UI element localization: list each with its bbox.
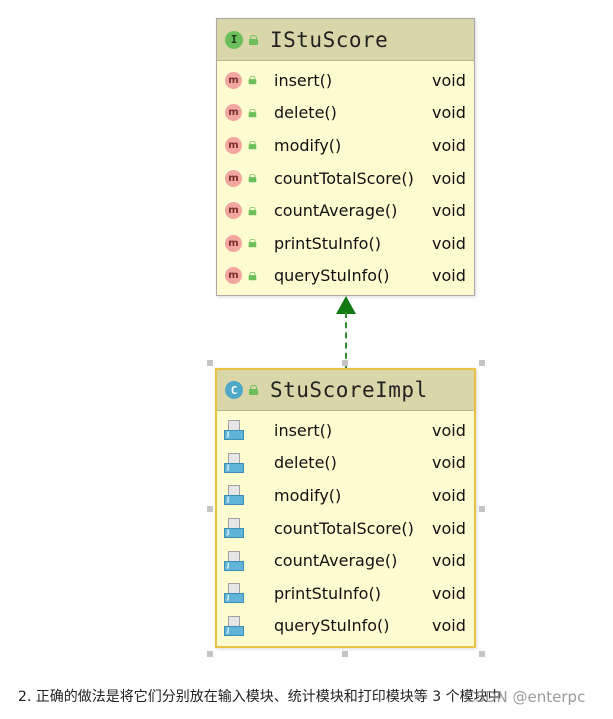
method-return-type: void — [432, 135, 466, 155]
interface-box-istuscore[interactable]: I IStuScore m insert() void m delete() void m m… — [216, 18, 475, 296]
class-method-row[interactable]: Jdelete() void — [217, 447, 474, 480]
interface-member-list: m insert() void m delete() void m modify() void m… — [217, 61, 474, 292]
method-name: insert() — [274, 420, 333, 440]
method-name: modify() — [274, 485, 342, 505]
selection-handle[interactable] — [207, 651, 213, 657]
method-return-type: void — [432, 168, 466, 188]
interface-header: I IStuScore — [217, 19, 474, 61]
method-return-type: void — [432, 201, 466, 221]
public-lock-icon — [248, 108, 257, 118]
implemented-method-icon: J — [224, 420, 244, 441]
implemented-method-icon: J — [224, 518, 244, 539]
interface-method-row[interactable]: m printStuInfo() void — [217, 227, 474, 260]
method-return-type: void — [432, 233, 466, 253]
public-lock-icon — [248, 206, 257, 215]
class-icon: C — [225, 381, 243, 399]
method-return-type: void — [432, 518, 466, 538]
method-name: queryStuInfo() — [274, 616, 390, 636]
method-return-type: void — [432, 485, 466, 505]
class-header: C StuScoreImpl — [217, 370, 474, 411]
selection-handle[interactable] — [479, 506, 485, 512]
public-lock-icon — [248, 173, 257, 183]
interface-method-row[interactable]: m modify() void — [217, 129, 474, 162]
public-lock-icon — [248, 271, 257, 281]
implemented-method-icon: J — [224, 550, 244, 571]
method-name: countAverage() — [274, 551, 398, 571]
class-method-row[interactable]: JqueryStuInfo() void — [217, 610, 474, 643]
interface-method-row[interactable]: m countTotalScore() void — [217, 162, 474, 195]
caption-text: 2. 正确的做法是将它们分别放在输入模块、统计模块和打印模块等 3 个模块中 — [18, 689, 502, 705]
class-method-row[interactable]: JcountAverage() void — [217, 544, 474, 577]
method-icon: m — [225, 71, 242, 89]
method-name: queryStuInfo() — [274, 266, 390, 286]
class-method-row[interactable]: JcountTotalScore() void — [217, 512, 474, 545]
class-method-row[interactable]: Jinsert() void — [217, 414, 474, 447]
interface-icon: I — [225, 30, 243, 49]
class-member-list: Jinsert() void Jdelete() void Jmodify() void J… — [217, 411, 474, 642]
selection-handle[interactable] — [479, 651, 485, 657]
method-icon: m — [225, 234, 242, 252]
implemented-method-icon: J — [224, 615, 244, 636]
interface-method-row[interactable]: m queryStuInfo() void — [217, 260, 474, 293]
selection-handle[interactable] — [479, 360, 485, 366]
method-name: printStuInfo() — [274, 583, 381, 603]
implemented-method-letter: J — [227, 529, 230, 537]
selection-handle[interactable] — [342, 360, 348, 366]
method-name: countAverage() — [274, 201, 398, 221]
implemented-method-letter: J — [227, 463, 230, 471]
method-name: delete() — [274, 453, 337, 473]
implemented-method-letter: J — [227, 431, 230, 439]
method-name: modify() — [274, 135, 342, 155]
public-lock-icon — [248, 239, 257, 248]
method-icon: m — [225, 136, 242, 154]
implemented-method-letter: J — [227, 626, 230, 634]
class-title: StuScoreImpl — [270, 378, 428, 402]
method-return-type: void — [432, 70, 466, 90]
class-method-row[interactable]: Jmodify() void — [217, 479, 474, 512]
method-return-type: void — [432, 616, 466, 636]
method-return-type: void — [432, 551, 466, 571]
method-return-type: void — [432, 583, 466, 603]
public-lock-icon — [248, 141, 257, 150]
method-icon: m — [225, 104, 242, 122]
implemented-method-letter: J — [227, 594, 230, 602]
implemented-method-letter: J — [227, 496, 230, 504]
method-return-type: void — [432, 453, 466, 473]
interface-method-row[interactable]: m countAverage() void — [217, 194, 474, 227]
interface-method-row[interactable]: m delete() void — [217, 97, 474, 130]
method-return-type: void — [432, 103, 466, 123]
implemented-method-icon: J — [224, 452, 244, 473]
public-lock-icon — [248, 76, 257, 85]
public-lock-icon — [249, 385, 258, 395]
method-return-type: void — [432, 420, 466, 440]
method-name: countTotalScore() — [274, 168, 414, 188]
watermark: CSDN @enterpc — [465, 688, 586, 706]
method-name: delete() — [274, 103, 337, 123]
selection-handle[interactable] — [207, 506, 213, 512]
method-name: countTotalScore() — [274, 518, 414, 538]
public-lock-icon — [249, 34, 258, 45]
method-return-type: void — [432, 266, 466, 286]
class-method-row[interactable]: JprintStuInfo() void — [217, 577, 474, 610]
method-icon: m — [225, 169, 242, 187]
selection-handle[interactable] — [342, 651, 348, 657]
implemented-method-icon: J — [224, 485, 244, 506]
method-icon: m — [225, 267, 242, 285]
interface-method-row[interactable]: m insert() void — [217, 64, 474, 97]
interface-title: IStuScore — [270, 27, 389, 52]
method-icon: m — [225, 202, 242, 220]
implemented-method-letter: J — [227, 561, 230, 569]
method-name: insert() — [274, 70, 333, 90]
method-name: printStuInfo() — [274, 233, 381, 253]
implemented-method-icon: J — [224, 583, 244, 604]
class-box-stuscoreimpl[interactable]: C StuScoreImpl Jinsert() void Jdelete() voi… — [215, 368, 476, 648]
selection-handle[interactable] — [207, 360, 213, 366]
